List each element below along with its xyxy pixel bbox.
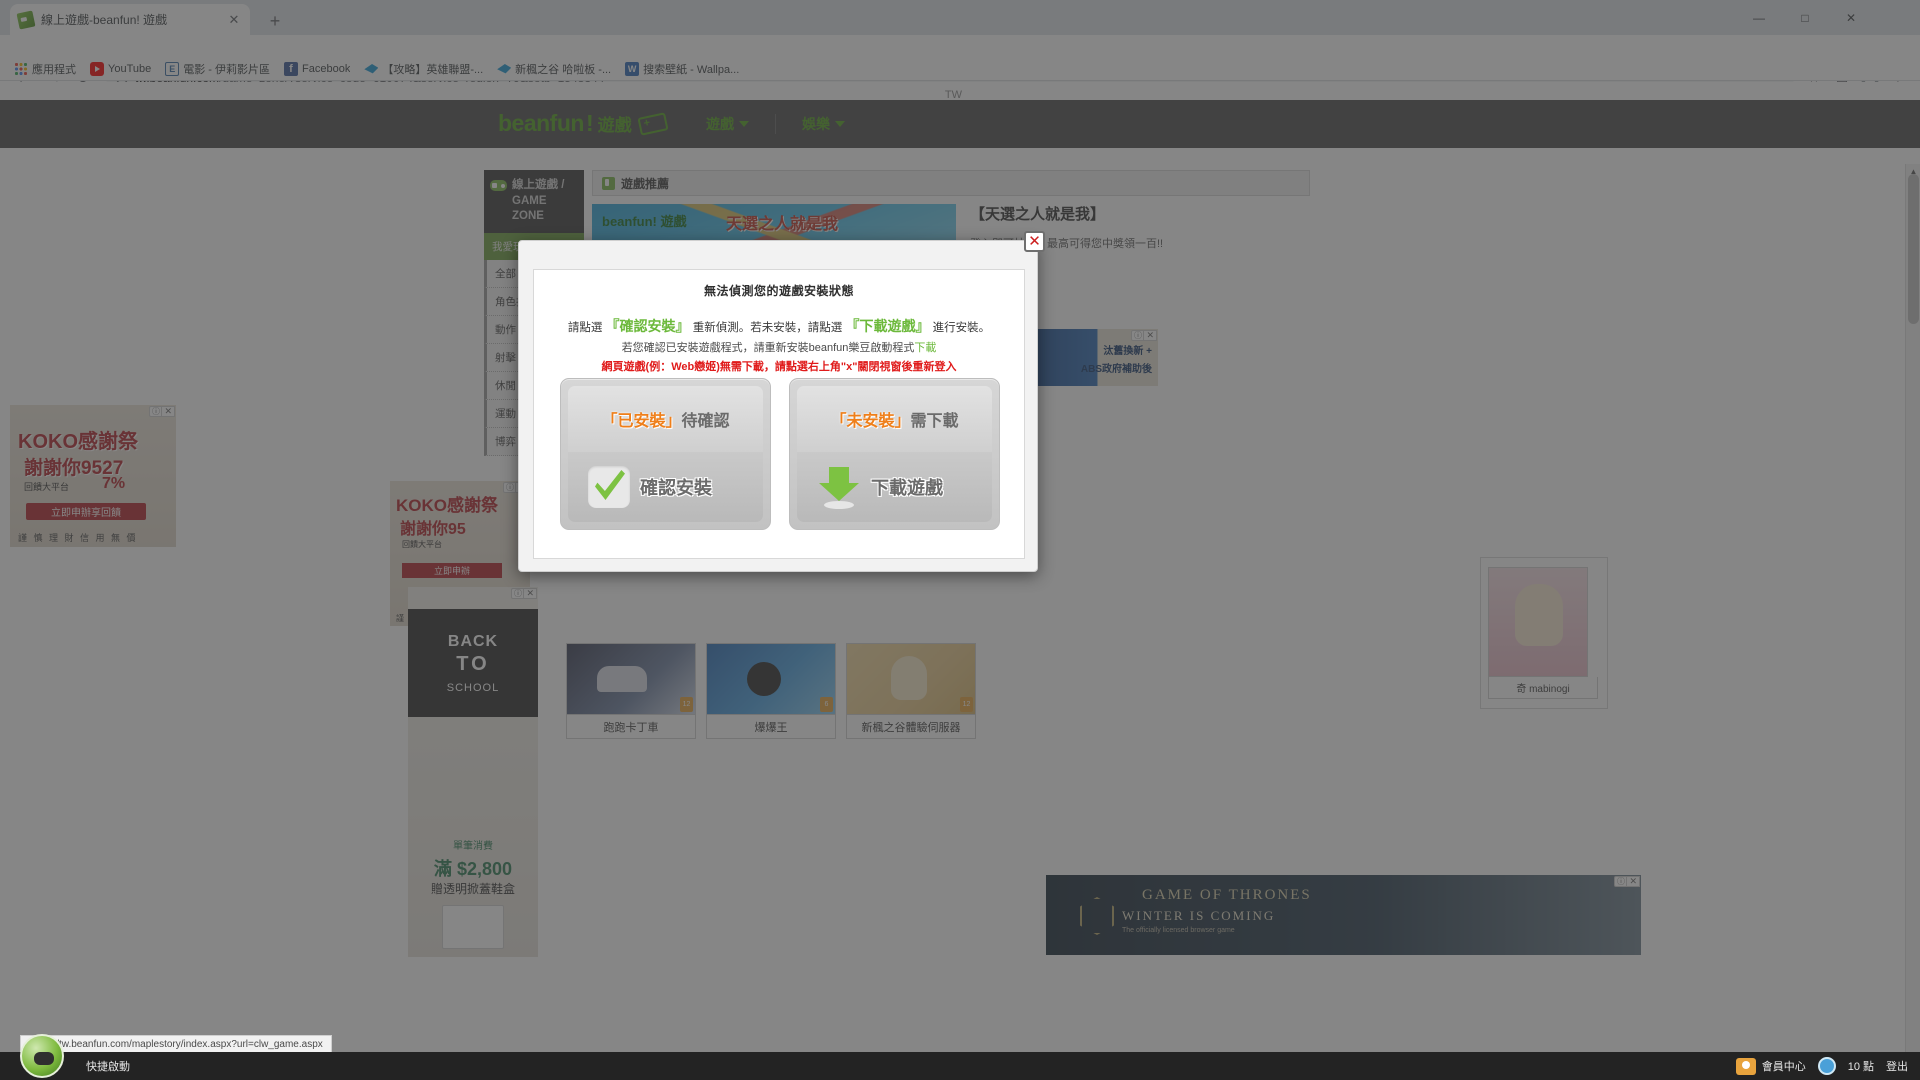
logout-button[interactable]: 登出	[1886, 1058, 1908, 1074]
choice-head-highlight: 「已安裝」	[601, 413, 682, 430]
modal-choices: 「已安裝」待確認 確認安裝 「未安裝」需下載 下載遊戲	[560, 378, 1000, 530]
coin-icon	[1817, 1057, 1836, 1075]
choice-head-rest: 待確認	[681, 413, 730, 430]
modal-line1-c: 重新偵測。若未安裝，請點選	[692, 322, 843, 334]
modal-line1-b: 『確認安裝』	[605, 318, 690, 334]
quick-launch-label: 快捷啟動	[86, 1061, 130, 1073]
member-icon	[1735, 1057, 1756, 1075]
member-center-label: 會員中心	[1761, 1061, 1806, 1073]
start-button[interactable]	[20, 1034, 64, 1078]
green-check-icon	[588, 466, 630, 508]
modal-line1-d: 『下載遊戲』	[845, 318, 930, 334]
modal-line-3: 網頁遊戲(例：Web戀姬)無需下載，請點選右上角"x"關閉視窗後重新登入	[601, 360, 957, 373]
choice-head-rest: 需下載	[910, 413, 959, 430]
member-center-button[interactable]: 會員中心	[1735, 1057, 1806, 1075]
confirm-install-label: 確認安裝	[640, 478, 712, 498]
download-game-label: 下載遊戲	[871, 478, 943, 498]
choice-header-not-installed: 「未安裝」需下載	[797, 386, 992, 452]
choice-body-not-installed[interactable]: 下載遊戲	[797, 452, 992, 522]
modal-line-2: 若您確認已安裝遊戲程式，請重新安裝beanfun樂豆啟動程式下載	[534, 339, 1024, 358]
modal-instructions: 請點選 『確認安裝』 重新偵測。若未安裝，請點選 『下載遊戲』 進行安裝。 若您…	[534, 314, 1024, 377]
choice-download-game[interactable]: 「未安裝」需下載 下載遊戲	[789, 378, 1000, 530]
install-detection-modal: ✕ 無法偵測您的遊戲安裝狀態 請點選 『確認安裝』 重新偵測。若未安裝，請點選 …	[518, 231, 1045, 572]
green-download-arrow-icon	[817, 465, 861, 509]
choice-confirm-install[interactable]: 「已安裝」待確認 確認安裝	[560, 378, 771, 530]
status-bar-url: https://tw.beanfun.com/maplestory/index.…	[20, 1035, 332, 1052]
modal-line1-a: 請點選	[567, 322, 603, 334]
points-label: 10 點	[1847, 1061, 1874, 1073]
modal-line1-e: 進行安裝。	[932, 322, 991, 334]
screen: 線上遊戲-beanfun! 遊戲 ✕ + — □ ✕ ← → ⟳ i tw.be…	[0, 0, 1920, 1080]
modal-close-button[interactable]: ✕	[1024, 231, 1045, 252]
modal-line2-a: 若您確認已安裝遊戲程式，請重新安裝beanfun樂豆啟動程式	[621, 341, 915, 354]
choice-body-installed[interactable]: 確認安裝	[568, 452, 763, 522]
choice-head-highlight: 「未安裝」	[830, 413, 911, 430]
taskbar: 快捷啟動 會員中心 10 點 登出	[0, 1052, 1920, 1080]
taskbar-right: 會員中心 10 點 登出	[1735, 1052, 1920, 1080]
modal-line-1: 請點選 『確認安裝』 重新偵測。若未安裝，請點選 『下載遊戲』 進行安裝。	[534, 314, 1024, 339]
modal-title: 無法偵測您的遊戲安裝狀態	[703, 284, 854, 298]
choice-header-installed: 「已安裝」待確認	[568, 386, 763, 452]
modal-line2-download-link[interactable]: 下載	[914, 342, 936, 354]
modal-body: 無法偵測您的遊戲安裝狀態 請點選 『確認安裝』 重新偵測。若未安裝，請點選 『下…	[533, 269, 1025, 559]
